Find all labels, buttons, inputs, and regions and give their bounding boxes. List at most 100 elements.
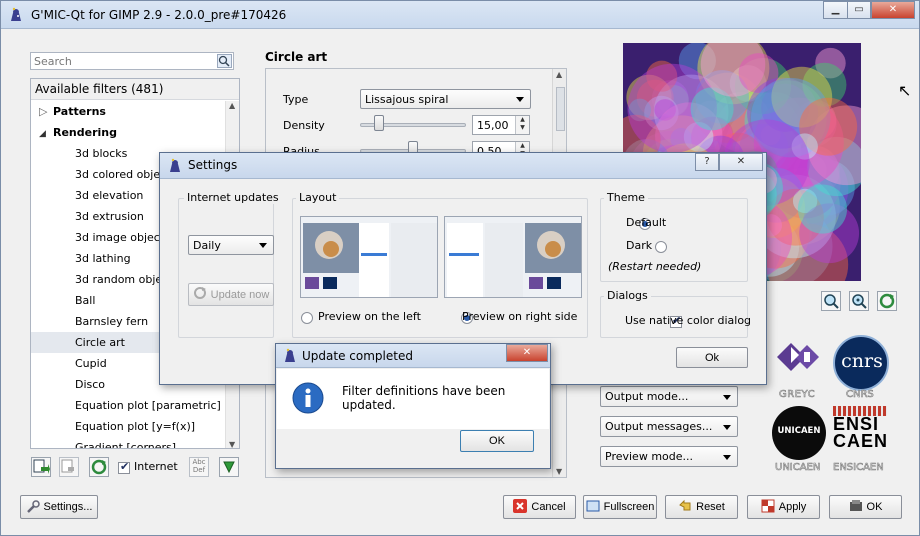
refresh-filters-button[interactable] xyxy=(89,457,109,477)
search-icon[interactable] xyxy=(217,54,232,68)
type-label: Type xyxy=(283,93,309,106)
dialogs-title: Dialogs xyxy=(604,289,651,302)
update-frequency-value: Daily xyxy=(193,238,221,252)
ensicaen-label: ENSICAEN xyxy=(833,462,884,474)
preview-left-radio[interactable] xyxy=(301,312,313,324)
tree-category-patterns[interactable]: ▷ Patterns xyxy=(31,101,106,122)
minimize-button[interactable]: ▁ xyxy=(823,1,848,19)
scroll-up-icon[interactable]: ▲ xyxy=(229,101,235,110)
settings-close-button[interactable]: ✕ xyxy=(719,153,763,171)
preview-circle xyxy=(797,184,848,234)
output-messages-select[interactable]: Output messages... xyxy=(600,416,738,437)
search-input[interactable]: Search xyxy=(30,52,234,70)
fullscreen-icon xyxy=(586,499,600,516)
update-ok-button[interactable]: OK xyxy=(460,430,534,452)
zoom-out-button[interactable] xyxy=(821,291,841,311)
gmic-app-icon xyxy=(282,348,298,367)
gmic-app-icon xyxy=(8,7,24,26)
layout-right-thumbnail[interactable] xyxy=(444,216,582,298)
chevron-down-icon xyxy=(259,243,267,248)
theme-dark-radio[interactable] xyxy=(654,241,667,253)
category-label: Patterns xyxy=(53,105,106,118)
fullscreen-button[interactable]: Fullscreen xyxy=(583,495,657,519)
filter-item-label: 3d lathing xyxy=(75,252,131,265)
ensicaen-logo: ENSI CAEN xyxy=(833,406,889,460)
filter-item-label: Disco xyxy=(75,378,106,391)
update-dialog-titlebar: Update completed ✕ xyxy=(276,344,550,368)
title-bar: G'MIC-Qt for GIMP 2.9 - 2.0.0_pre#170426… xyxy=(1,1,919,29)
apply-button[interactable]: Apply xyxy=(747,495,820,519)
chevron-down-icon xyxy=(516,97,524,102)
filter-item-label: Cupid xyxy=(75,357,107,370)
search-placeholder: Search xyxy=(34,55,72,68)
ok-button[interactable]: OK xyxy=(829,495,902,519)
filter-item-label: 3d image object xyxy=(75,231,165,244)
chevron-down-icon xyxy=(723,424,731,430)
ok-label: OK xyxy=(866,501,883,513)
cancel-button[interactable]: Cancel xyxy=(503,495,576,519)
unicaen-label: UNICAEN xyxy=(775,462,821,474)
zoom-in-button[interactable] xyxy=(877,291,897,311)
scroll-down-icon[interactable]: ▼ xyxy=(556,467,562,476)
settings-button[interactable]: Settings... xyxy=(20,495,98,519)
scroll-up-icon[interactable]: ▲ xyxy=(556,70,562,79)
filter-item-label: Ball xyxy=(75,294,96,307)
restart-note: (Restart needed) xyxy=(608,260,702,273)
unicaen-logo-text: UNICAEN xyxy=(777,426,821,436)
help-button[interactable]: ? xyxy=(695,153,719,171)
filter-item-label: 3d elevation xyxy=(75,189,144,202)
preview-mode-select[interactable]: Preview mode... xyxy=(600,446,738,467)
zoom-fit-button[interactable] xyxy=(849,291,869,311)
settings-button-label: Settings... xyxy=(43,501,93,513)
output-mode-value: Output mode... xyxy=(605,390,689,403)
remove-favorite-button[interactable] xyxy=(59,457,79,477)
add-favorite-button[interactable] xyxy=(31,457,51,477)
rename-filter-icon[interactable]: Abc Def xyxy=(189,457,209,477)
cancel-label: Cancel xyxy=(531,501,566,513)
maximize-button[interactable]: ▭ xyxy=(847,1,871,19)
update-now-button[interactable]: Update now xyxy=(188,283,274,306)
density-slider-thumb[interactable] xyxy=(374,115,384,131)
update-frequency-select[interactable]: Daily xyxy=(188,235,274,255)
update-close-button[interactable]: ✕ xyxy=(506,344,548,362)
theme-default-label: Default xyxy=(626,216,667,229)
apply-label: Apply xyxy=(778,501,807,513)
expand-all-button[interactable] xyxy=(219,457,239,477)
type-select[interactable]: Lissajous spiral xyxy=(360,89,531,109)
filter-item[interactable]: Equation plot [parametric] xyxy=(31,395,227,416)
output-messages-value: Output messages... xyxy=(605,420,713,433)
main-window: G'MIC-Qt for GIMP 2.9 - 2.0.0_pre#170426… xyxy=(0,0,920,536)
gmic-app-icon xyxy=(167,158,183,177)
settings-ok-button[interactable]: Ok xyxy=(676,347,748,368)
scroll-thumb[interactable] xyxy=(556,87,565,131)
refresh-icon xyxy=(193,286,207,303)
spin-arrows-icon[interactable]: ▲▼ xyxy=(515,116,529,134)
category-label: Rendering xyxy=(53,126,117,139)
tree-category-rendering[interactable]: ◢ Rendering xyxy=(31,122,117,143)
filter-title: Circle art xyxy=(265,50,328,64)
output-mode-select[interactable]: Output mode... xyxy=(600,386,738,407)
native-color-label: Use native color dialog xyxy=(625,314,752,327)
filter-item[interactable]: Gradient [corners] xyxy=(31,437,227,448)
layout-left-thumbnail[interactable] xyxy=(300,216,438,298)
internet-updates-group xyxy=(178,198,274,338)
collapse-arrow-icon[interactable]: ◢ xyxy=(39,124,53,145)
filter-item-label: Equation plot [parametric] xyxy=(75,399,221,412)
reset-label: Reset xyxy=(696,501,725,513)
reset-button[interactable]: Reset xyxy=(665,495,738,519)
cnrs-logo: cnrs xyxy=(833,335,889,391)
filter-item[interactable]: Equation plot [y=f(x)] xyxy=(31,416,227,437)
greyc-logo: GREYC xyxy=(771,337,827,400)
undo-icon xyxy=(678,499,692,516)
update-completed-dialog: Update completed ✕ Filter definitions ha… xyxy=(275,343,551,469)
preview-mode-value: Preview mode... xyxy=(605,450,693,463)
mouse-cursor-icon: ↖ xyxy=(898,81,912,100)
filter-item-label: Barnsley fern xyxy=(75,315,149,328)
cancel-icon xyxy=(513,498,528,516)
layout-title: Layout xyxy=(296,191,340,204)
density-spinbox[interactable]: 15,00 ▲ ▼ xyxy=(472,115,530,135)
expand-arrow-icon[interactable]: ▷ xyxy=(39,101,53,122)
internet-checkbox[interactable] xyxy=(118,460,130,474)
scroll-down-icon[interactable]: ▼ xyxy=(229,440,235,448)
close-button[interactable]: ✕ xyxy=(871,1,915,19)
